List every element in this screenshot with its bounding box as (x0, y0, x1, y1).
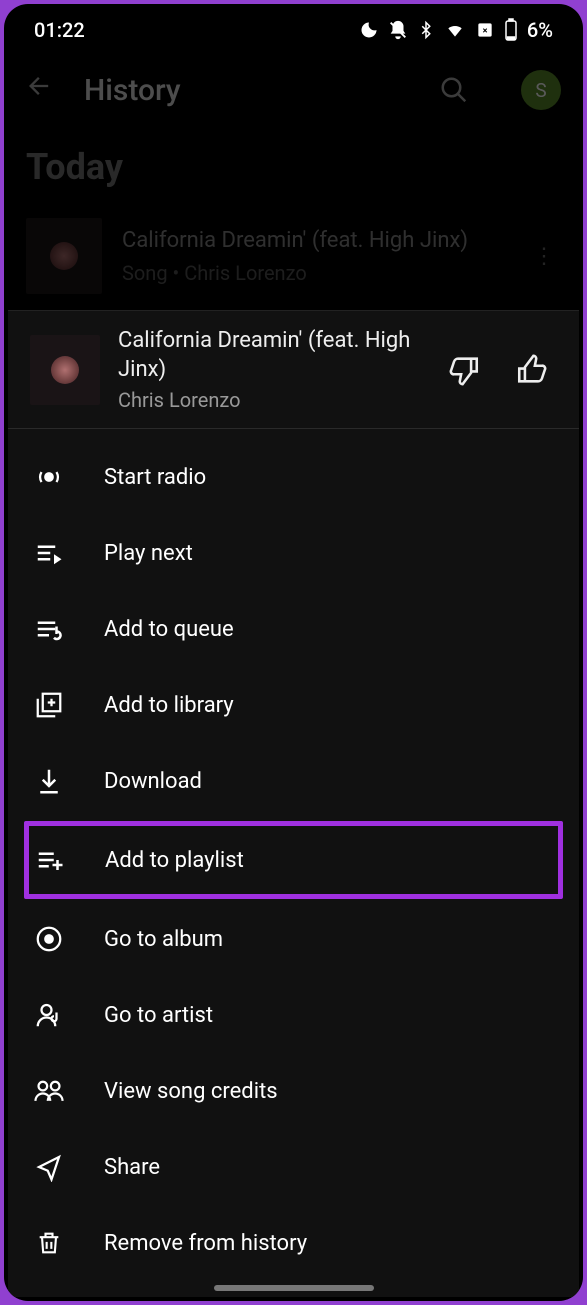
trash-icon (32, 1226, 66, 1260)
wifi-icon (443, 20, 467, 40)
svg-text:×: × (482, 26, 487, 36)
menu-label: Play next (104, 541, 193, 566)
download-icon (32, 764, 66, 798)
status-time: 01:22 (34, 18, 85, 42)
album-icon (32, 922, 66, 956)
page-title: History (84, 73, 409, 108)
avatar[interactable]: S (521, 70, 561, 110)
sheet-thumbnail (30, 335, 100, 405)
sheet-header: California Dreamin' (feat. High Jinx) Ch… (8, 311, 579, 429)
history-song-subtitle: Song • Chris Lorenzo (122, 261, 507, 285)
menu-start-radio[interactable]: Start radio (8, 439, 579, 515)
menu-go-album[interactable]: Go to album (8, 901, 579, 977)
menu-remove-history[interactable]: Remove from history (8, 1205, 579, 1281)
menu-add-playlist[interactable]: Add to playlist (24, 821, 563, 899)
menu-go-artist[interactable]: Go to artist (8, 977, 579, 1053)
artist-icon (32, 998, 66, 1032)
menu-share[interactable]: Share (8, 1129, 579, 1205)
status-icons: × 6% (359, 18, 553, 42)
play-next-icon (32, 536, 66, 570)
radio-icon (32, 460, 66, 494)
playlist-add-icon (33, 843, 67, 877)
sheet-song-title: California Dreamin' (feat. High Jinx) (118, 327, 421, 384)
menu-label: Go to album (104, 927, 223, 952)
search-icon[interactable] (439, 75, 469, 105)
menu-label: Add to playlist (105, 848, 244, 873)
history-row[interactable]: California Dreamin' (feat. High Jinx) So… (4, 212, 583, 300)
credits-icon (32, 1074, 66, 1108)
menu-label: Add to queue (104, 617, 234, 642)
library-add-icon (32, 688, 66, 722)
app-header: History S (4, 56, 583, 128)
status-bar: 01:22 × 6% (4, 4, 583, 56)
menu-label: Go to artist (104, 1003, 213, 1028)
thumbs-up-icon[interactable] (507, 345, 557, 395)
bell-mute-icon (387, 19, 409, 41)
share-icon (32, 1150, 66, 1184)
sim-icon: × (475, 20, 495, 40)
menu-label: Remove from history (104, 1231, 307, 1256)
queue-icon (32, 612, 66, 646)
section-heading: Today (4, 128, 583, 212)
menu-play-next[interactable]: Play next (8, 515, 579, 591)
battery-percent: 6% (527, 18, 553, 42)
bluetooth-icon (417, 20, 435, 40)
more-icon[interactable]: ⋮ (527, 244, 561, 269)
menu-label: Download (104, 769, 202, 794)
context-menu-sheet: California Dreamin' (feat. High Jinx) Ch… (8, 310, 579, 1297)
menu-label: View song credits (104, 1079, 278, 1104)
history-song-title: California Dreamin' (feat. High Jinx) (122, 227, 507, 256)
menu-label: Add to library (104, 693, 234, 718)
thumbs-down-icon[interactable] (439, 345, 489, 395)
menu-download[interactable]: Download (8, 743, 579, 819)
menu-song-credits[interactable]: View song credits (8, 1053, 579, 1129)
dnd-moon-icon (359, 20, 379, 40)
menu-add-library[interactable]: Add to library (8, 667, 579, 743)
nav-handle[interactable] (214, 1285, 374, 1291)
menu-add-queue[interactable]: Add to queue (8, 591, 579, 667)
song-thumbnail (26, 218, 102, 294)
menu-label: Start radio (104, 465, 206, 490)
back-icon[interactable] (26, 72, 54, 108)
sheet-song-artist: Chris Lorenzo (118, 388, 421, 412)
menu-label: Share (104, 1155, 160, 1180)
battery-icon (503, 18, 519, 42)
